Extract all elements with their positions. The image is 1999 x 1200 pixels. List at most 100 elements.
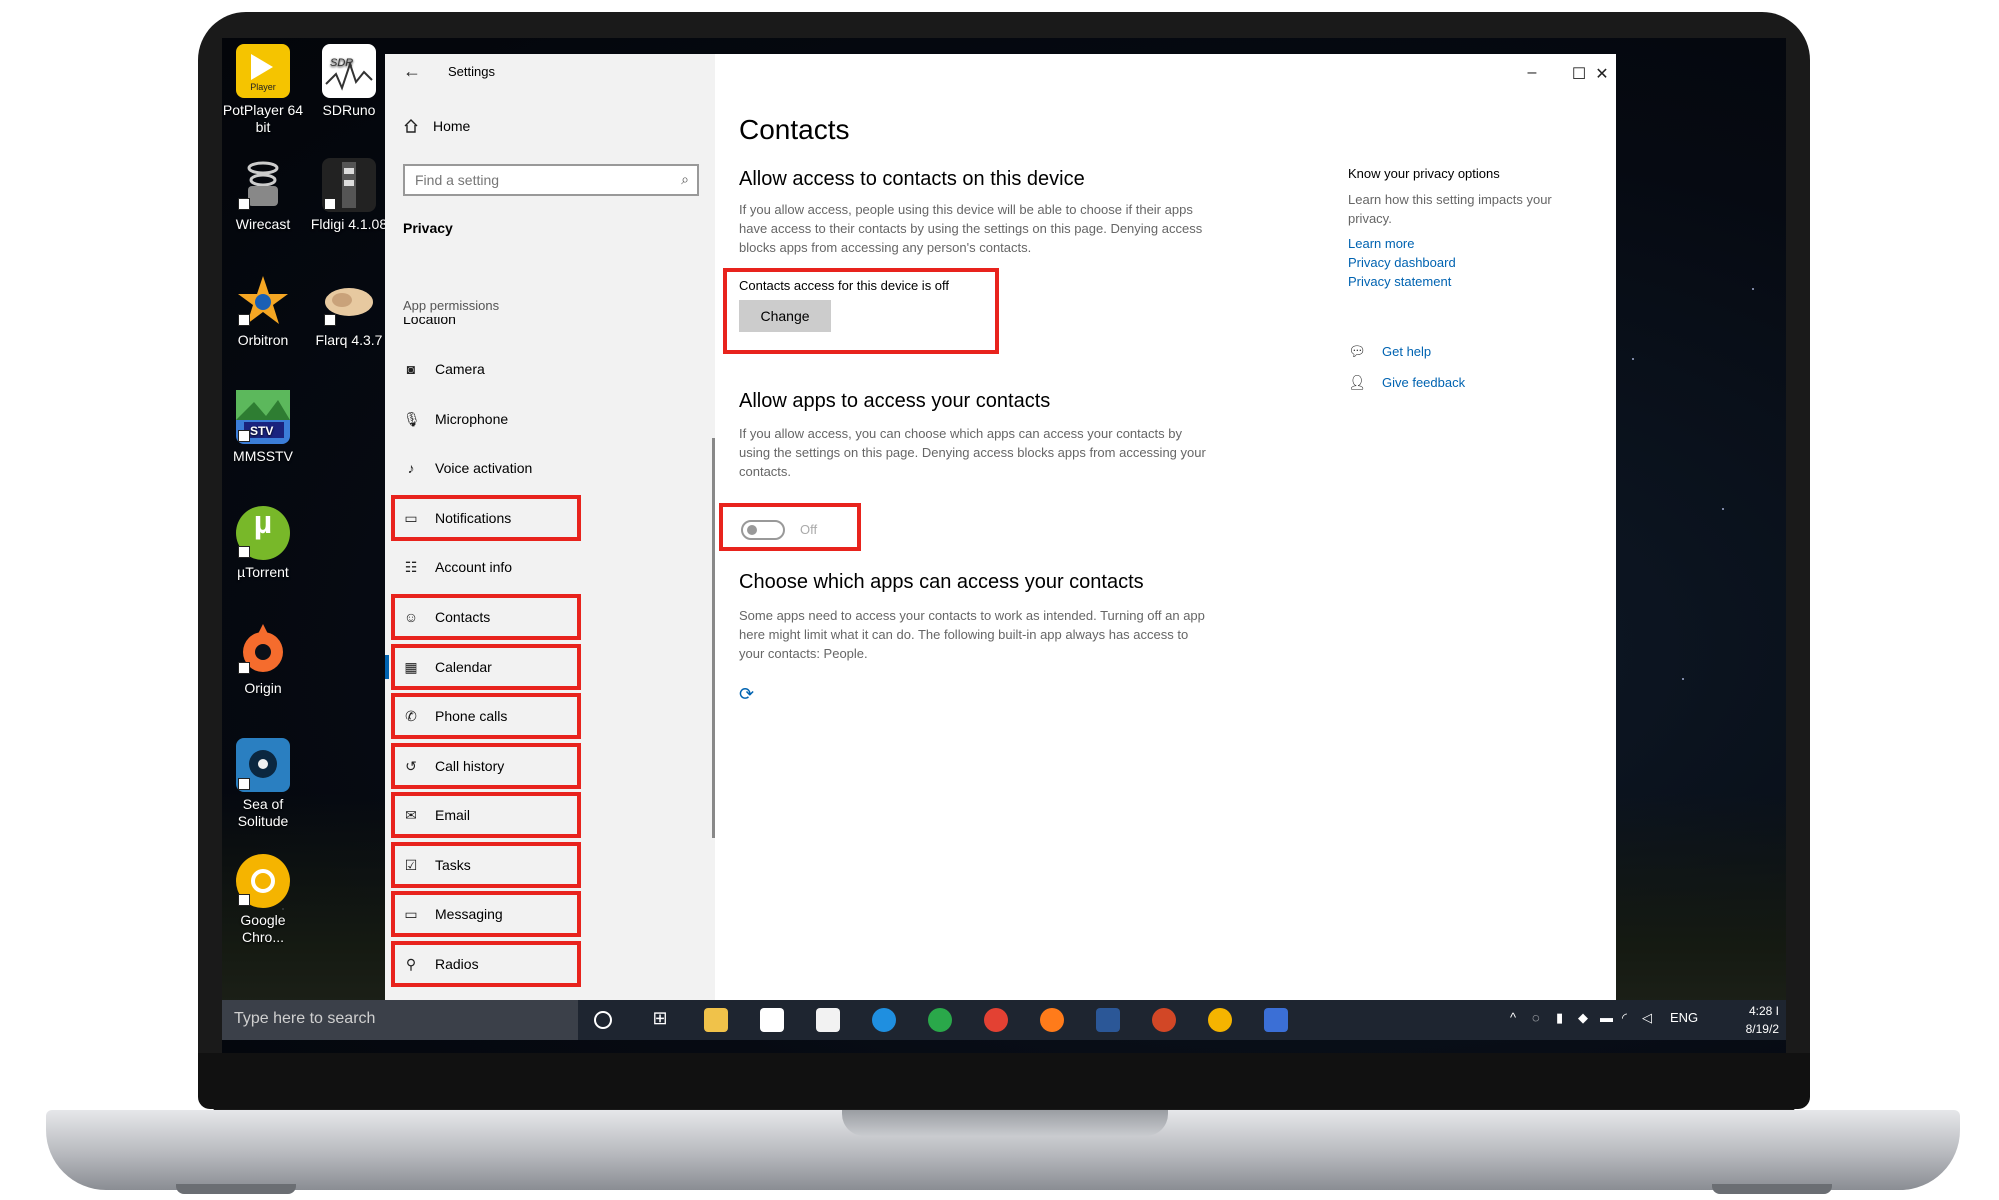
desktop-icon-wirecast[interactable]: Wirecast <box>218 158 308 233</box>
privacy-dashboard-link[interactable]: Privacy dashboard <box>1348 255 1456 270</box>
desktop-icon-utorrent[interactable]: µ µTorrent <box>218 506 308 581</box>
sidebar-item-account-info[interactable]: ☷ Account info <box>403 552 512 582</box>
desktop-icon-label: MMSSTV <box>233 448 293 464</box>
maximize-button[interactable]: ☐ <box>1569 64 1589 84</box>
search-placeholder: Find a setting <box>415 172 500 188</box>
star <box>1752 288 1754 290</box>
desktop-icon-chrome[interactable]: Google Chro... <box>218 854 308 946</box>
desktop-icon-sea-of-solitude[interactable]: Sea of Solitude <box>218 738 308 830</box>
star <box>1682 678 1684 680</box>
nav-home[interactable]: Home <box>403 118 470 134</box>
word-icon[interactable] <box>1096 1008 1120 1032</box>
desktop-icon-fldigi[interactable]: Fldigi 4.1.08 <box>304 158 394 233</box>
tray-security-icon[interactable]: ◆ <box>1578 1010 1588 1026</box>
mail-icon[interactable] <box>816 1008 840 1032</box>
tray-wifi-icon[interactable]: ◜ <box>1622 1010 1627 1026</box>
taskbar: Type here to search ⊞ ^ ◌ ▮ ◆ ▬ ◜ ◁ ENG … <box>222 1000 1786 1040</box>
desktop-icon-origin[interactable]: Origin <box>218 622 308 697</box>
origin-icon <box>236 622 290 676</box>
flarq-icon <box>322 274 376 328</box>
highlight-box-contacts <box>391 594 581 640</box>
active-indicator <box>385 655 389 679</box>
section-description-choose-apps: Some apps need to access your contacts t… <box>739 608 1205 661</box>
desktop-icon-sdruno[interactable]: SDR SDRuno <box>304 44 394 119</box>
highlight-box-phone-calls <box>391 693 581 739</box>
utorrent-icon: µ <box>236 506 290 560</box>
powerpoint-icon[interactable] <box>1152 1008 1176 1032</box>
desktop-icon-label: Flarq 4.3.7 <box>315 332 383 348</box>
give-feedback-link[interactable]: 👤︎ Give feedback <box>1348 374 1465 391</box>
loading-spinner-icon: ⟳ <box>739 684 755 704</box>
learn-more-link[interactable]: Learn more <box>1348 236 1414 251</box>
toggle-state-label: Off <box>800 522 818 537</box>
highlight-box-tasks <box>391 842 581 888</box>
desktop-icon-potplayer[interactable]: Player PotPlayer 64 bit <box>218 44 308 136</box>
store-icon[interactable] <box>760 1008 784 1032</box>
taskbar-clock[interactable]: 4:28 I 8/19/2 <box>1727 1002 1779 1038</box>
desktop-icon-label: Wirecast <box>235 216 291 232</box>
highlight-box-email <box>391 792 581 838</box>
tray-microphone-icon[interactable]: ▮ <box>1556 1010 1563 1026</box>
sidebar-item-camera[interactable]: ◙ Camera <box>403 354 485 384</box>
get-help-label: Get help <box>1382 344 1432 359</box>
back-arrow-icon[interactable]: ← <box>403 60 425 82</box>
sidebar-item-label: Voice activation <box>435 460 533 476</box>
desktop-icon-label: Orbitron <box>237 332 289 348</box>
search-input[interactable]: Find a setting ⌕ <box>403 164 699 196</box>
orbitron-icon <box>236 274 290 328</box>
change-button[interactable]: Change <box>739 300 831 332</box>
tray-battery-icon[interactable]: ▬ <box>1600 1010 1613 1025</box>
firefox-icon[interactable] <box>1040 1008 1064 1032</box>
section-description-app-access: If you allow access, you can choose whic… <box>739 426 1206 479</box>
privacy-options-description: Learn how this setting impacts your priv… <box>1348 192 1552 226</box>
toggle-knob <box>747 525 757 535</box>
laptop-foot-left <box>176 1184 296 1194</box>
highlight-box-messaging <box>391 891 581 937</box>
sidebar-item-label: Account info <box>435 559 513 575</box>
sidebar-item-voice-activation[interactable]: ♪ Voice activation <box>403 453 533 483</box>
settings-taskbar-icon[interactable] <box>1264 1008 1288 1032</box>
privacy-statement-link[interactable]: Privacy statement <box>1348 274 1451 289</box>
xbox-icon[interactable] <box>928 1008 952 1032</box>
clock-date: 8/19/2 <box>1745 1022 1779 1036</box>
potplayer-icon: Player <box>236 44 290 98</box>
sidebar-item-label: Microphone <box>435 411 509 427</box>
tray-language[interactable]: ENG <box>1670 1010 1698 1025</box>
give-feedback-label: Give feedback <box>1382 375 1466 390</box>
close-button[interactable]: ✕ <box>1592 64 1612 84</box>
group-heading-app-permissions: App permissions <box>403 298 500 313</box>
taskbar-search-placeholder: Type here to search <box>234 1010 376 1027</box>
clock-time: 4:28 I <box>1748 1004 1779 1018</box>
app-access-toggle[interactable] <box>741 520 785 540</box>
desktop-icon-label: Solitude <box>237 813 289 829</box>
desktop-icon-orbitron[interactable]: Orbitron <box>218 274 308 349</box>
desktop-icon-label: Sea of <box>242 796 284 812</box>
desktop-icon-flarq[interactable]: Flarq 4.3.7 <box>304 274 394 349</box>
get-help-link[interactable]: 💬︎ Get help <box>1348 343 1431 360</box>
highlight-box-call-history <box>391 743 581 789</box>
sidebar-item-label: Camera <box>435 361 485 377</box>
sdruno-icon: SDR <box>322 44 376 98</box>
laptop-chin <box>198 1053 1810 1109</box>
section-title-device-access: Allow access to contacts on this device <box>739 168 1085 190</box>
edge-icon[interactable] <box>872 1008 896 1032</box>
chrome-canary-icon[interactable] <box>1208 1008 1232 1032</box>
cortana-icon[interactable] <box>594 1011 612 1029</box>
section-heading-privacy: Privacy <box>403 220 453 236</box>
minimize-button[interactable]: – <box>1522 64 1542 82</box>
file-explorer-icon[interactable] <box>704 1008 728 1032</box>
taskbar-search-input[interactable]: Type here to search <box>222 1000 578 1040</box>
task-view-icon[interactable]: ⊞ <box>648 1008 672 1032</box>
tray-overflow-icon[interactable]: ^ <box>1510 1010 1516 1025</box>
chrome-taskbar-icon[interactable] <box>984 1008 1008 1032</box>
highlight-box-notifications <box>391 495 581 541</box>
sidebar-item-location[interactable]: Location <box>403 317 456 327</box>
sidebar-item-microphone[interactable]: 🎙︎ Microphone <box>403 404 508 434</box>
desktop-icon-label: PotPlayer 64 <box>222 102 304 118</box>
voice-activation-icon: ♪ <box>407 460 415 476</box>
desktop-icon-mmsstv[interactable]: STV MMSSTV <box>218 390 308 465</box>
section-title-app-access: Allow apps to access your contacts <box>739 390 1051 412</box>
tray-network-icon[interactable]: ◌ <box>1532 1010 1540 1025</box>
desktop-icon-label: bit <box>255 119 271 135</box>
tray-volume-icon[interactable]: ◁ <box>1642 1010 1652 1026</box>
